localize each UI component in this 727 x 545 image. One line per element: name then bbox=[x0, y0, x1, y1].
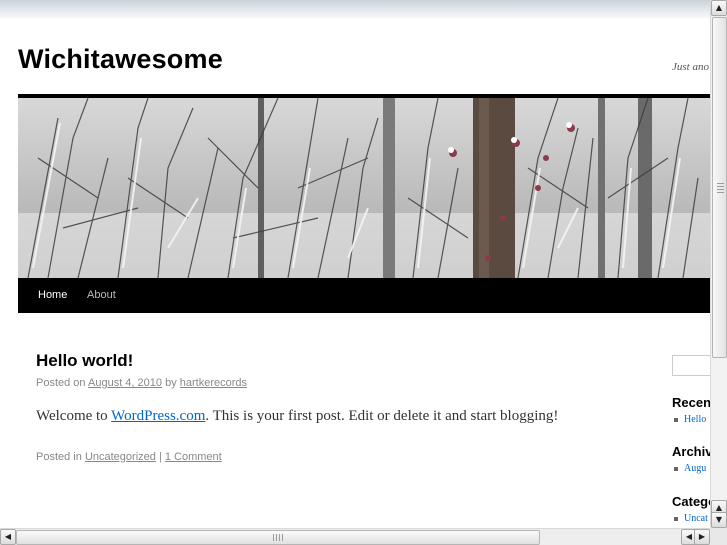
posted-on-label: Posted on bbox=[36, 377, 86, 389]
nav-item-home[interactable]: Home bbox=[38, 289, 67, 301]
grip-icon bbox=[717, 183, 724, 193]
scroll-right-button[interactable]: ▶ bbox=[694, 529, 710, 545]
scroll-down-button[interactable]: ▼ bbox=[711, 512, 727, 528]
bullet-icon bbox=[674, 417, 678, 422]
post-date-link[interactable]: August 4, 2010 bbox=[88, 377, 162, 389]
post-content: Welcome to WordPress.com. This is your f… bbox=[36, 408, 558, 425]
category-link[interactable]: Uncategorized bbox=[85, 451, 156, 463]
meta-separator: | bbox=[158, 451, 162, 463]
vertical-scrollbar[interactable]: ▲ ▲ ▼ bbox=[710, 0, 727, 528]
main-navigation: Home About bbox=[18, 278, 710, 313]
posted-in-label: Posted in bbox=[36, 451, 82, 463]
nav-item-about[interactable]: About bbox=[87, 289, 116, 301]
by-label: by bbox=[165, 377, 177, 389]
widget-link[interactable]: Uncat bbox=[684, 513, 708, 524]
author-link[interactable]: hartkerecords bbox=[180, 377, 247, 389]
widget-title-recent: Recen bbox=[672, 395, 712, 410]
header-image bbox=[18, 94, 710, 278]
site-description: Just ano bbox=[672, 61, 709, 73]
widget-item-categories[interactable]: Uncat bbox=[674, 513, 708, 524]
widget-link[interactable]: Augu bbox=[684, 463, 706, 474]
widget-link[interactable]: Hello bbox=[684, 414, 706, 425]
snowy-forest-image bbox=[18, 98, 710, 278]
scroll-thumb-vertical[interactable] bbox=[712, 17, 727, 358]
site-title[interactable]: Wichitawesome bbox=[18, 44, 223, 75]
widget-item-recent[interactable]: Hello bbox=[674, 414, 706, 425]
comments-link[interactable]: 1 Comment bbox=[165, 451, 222, 463]
content-suffix: . This is your first post. Edit or delet… bbox=[205, 408, 559, 424]
bullet-icon bbox=[674, 516, 678, 521]
scroll-up-button[interactable]: ▲ bbox=[711, 0, 727, 16]
scroll-left-button[interactable]: ◀ bbox=[0, 529, 16, 545]
browser-top-strip bbox=[0, 0, 710, 18]
post-title[interactable]: Hello world! bbox=[36, 351, 133, 371]
wordpress-link[interactable]: WordPress.com bbox=[111, 408, 205, 424]
horizontal-scrollbar[interactable]: ◀ ◀ ▶ bbox=[0, 528, 710, 545]
scrollbar-corner bbox=[710, 528, 727, 545]
post-meta: Posted on August 4, 2010 by hartkerecord… bbox=[36, 377, 247, 389]
widget-item-archives[interactable]: Augu bbox=[674, 463, 706, 474]
content-prefix: Welcome to bbox=[36, 408, 112, 424]
grip-icon bbox=[273, 534, 285, 541]
scroll-thumb-horizontal[interactable] bbox=[16, 530, 540, 545]
widget-title-archives: Archiv bbox=[672, 444, 713, 459]
search-input[interactable] bbox=[672, 355, 712, 376]
bullet-icon bbox=[674, 466, 678, 471]
post-utility: Posted in Uncategorized | 1 Comment bbox=[36, 451, 222, 463]
